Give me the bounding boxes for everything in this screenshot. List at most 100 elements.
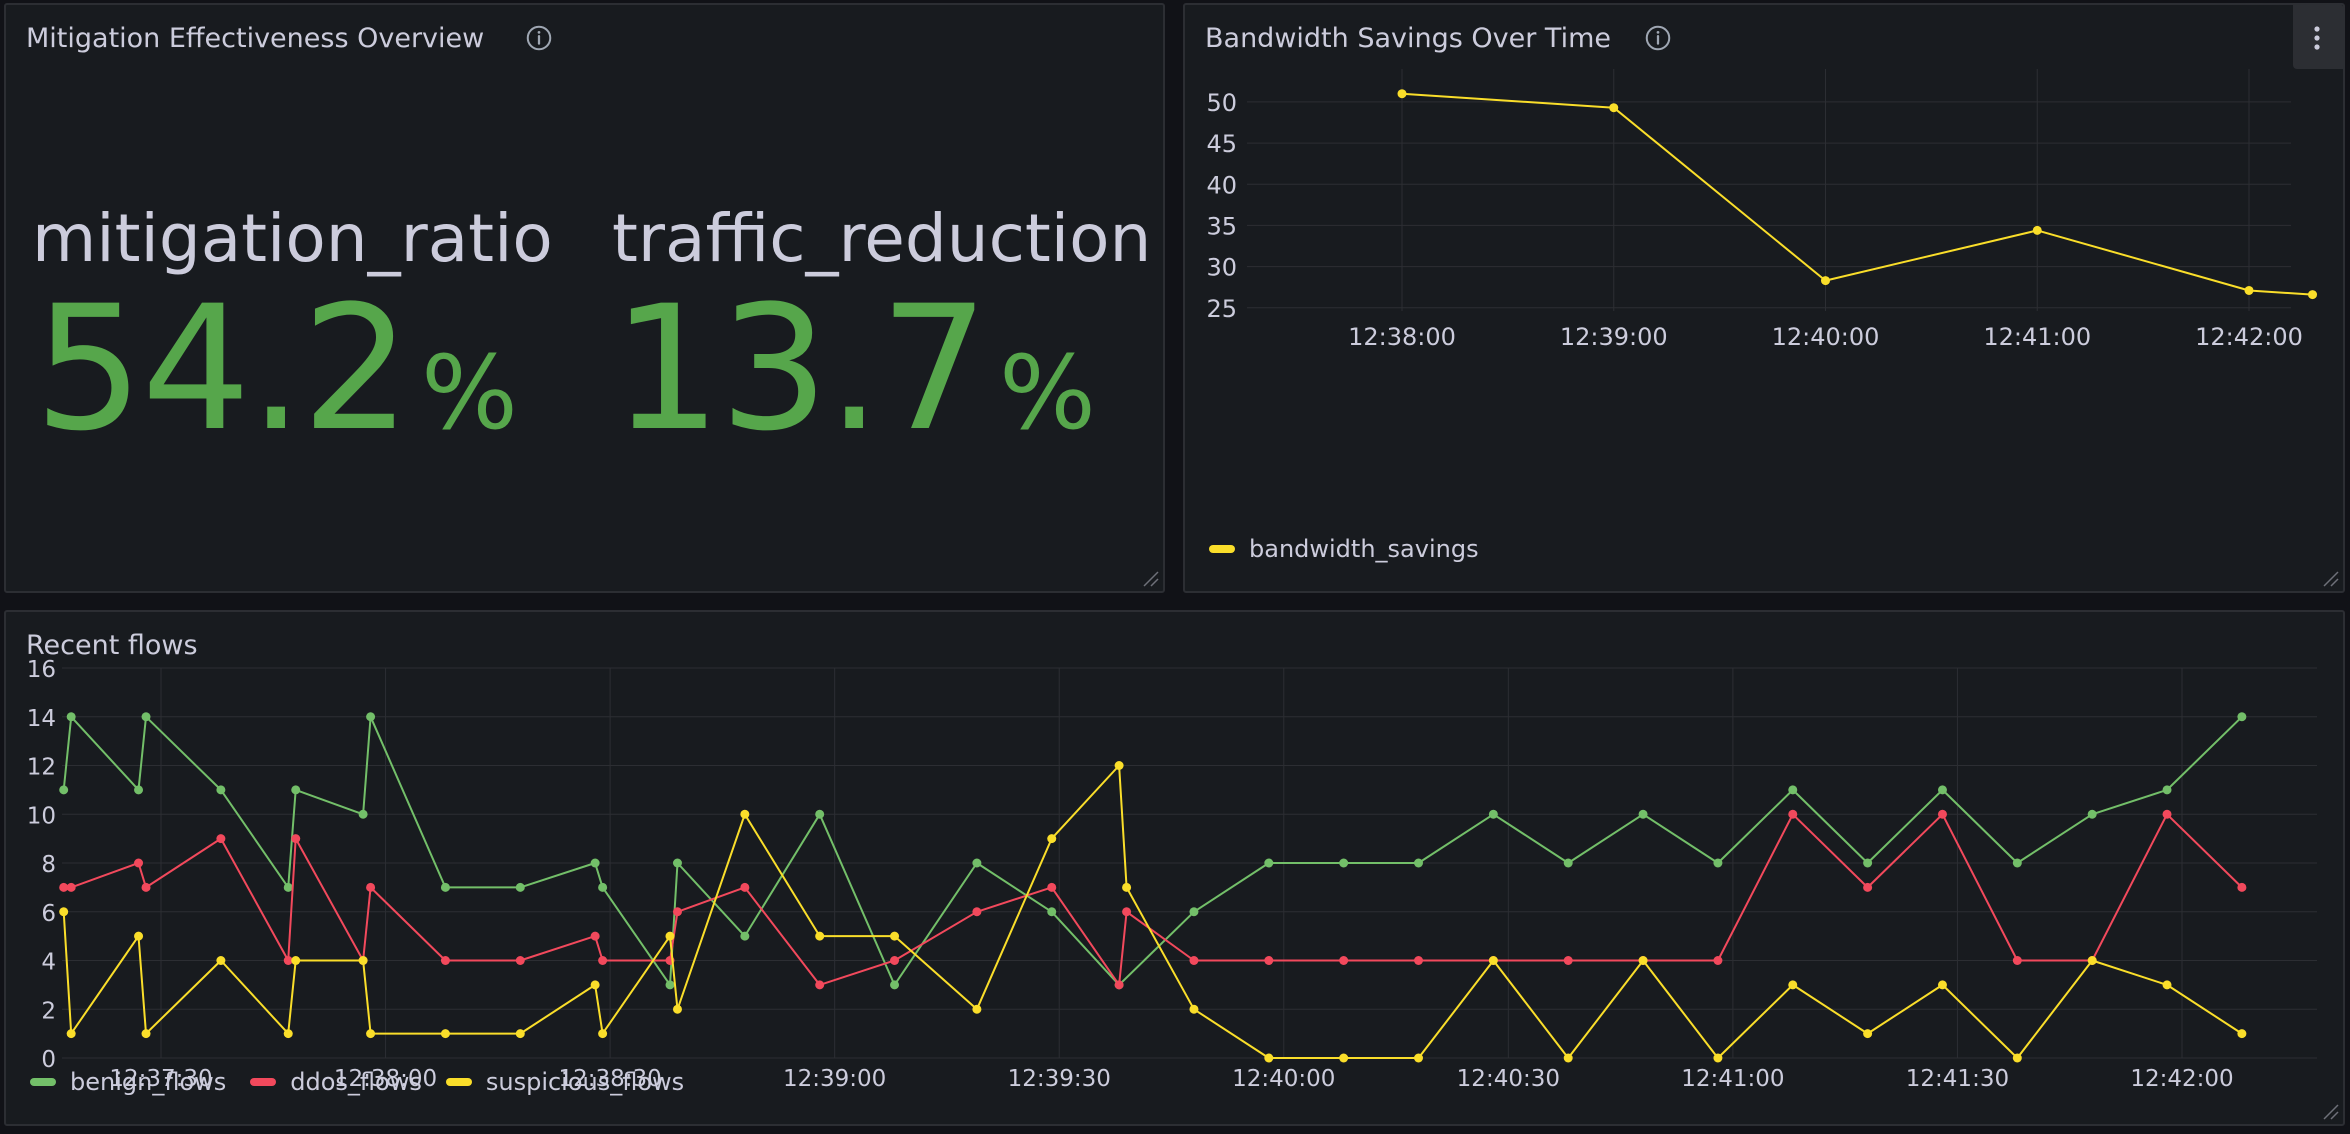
- data-point-suspicious_flows: [2237, 1029, 2247, 1039]
- data-point-ddos_flows: [2162, 809, 2172, 819]
- data-point-ddos_flows: [740, 882, 750, 892]
- data-point-suspicious_flows: [1937, 980, 1947, 990]
- data-point-ddos_flows: [598, 956, 608, 965]
- data-point-ddos_flows: [1563, 956, 1573, 965]
- x-tick-label: 12:40:00: [1232, 1066, 1335, 1092]
- data-point-benign_flows: [2012, 858, 2022, 868]
- legend-item-bandwidth-savings[interactable]: bandwidth_savings: [1209, 535, 1479, 563]
- data-point-benign_flows: [283, 882, 293, 892]
- data-point-suspicious_flows: [740, 809, 750, 819]
- y-tick-label: 14: [27, 706, 56, 732]
- stat-value-mitigation-ratio: 54.2%: [34, 283, 518, 455]
- data-point-suspicious_flows: [1114, 761, 1124, 770]
- y-tick-label: 16: [27, 657, 56, 683]
- y-tick-label: 10: [27, 803, 56, 829]
- data-point-benign_flows: [440, 882, 450, 892]
- data-point-benign_flows: [972, 858, 982, 868]
- data-point-ddos_flows: [1788, 809, 1798, 819]
- data-point-suspicious_flows: [1788, 980, 1798, 990]
- legend-label: bandwidth_savings: [1249, 535, 1479, 563]
- data-point-ddos_flows: [141, 882, 151, 892]
- flows-chart: 024681012141612:37:30 12:38:00 12:38:30 12:…: [27, 657, 2317, 1092]
- x-tick-label: 12:42:00: [2130, 1066, 2233, 1092]
- y-tick-label: 40: [1206, 171, 1237, 199]
- legend-label: benign_flows: [70, 1068, 227, 1096]
- data-point-ddos_flows: [2012, 956, 2022, 965]
- data-point-benign_flows: [366, 712, 376, 722]
- data-point-ddos_flows: [1189, 956, 1199, 965]
- data-point-ddos_flows: [590, 931, 600, 941]
- data-point-ddos_flows: [1937, 809, 1947, 819]
- data-point-ddos_flows: [1122, 907, 1132, 917]
- data-point-benign_flows: [1788, 785, 1798, 795]
- y-tick-label: 4: [41, 950, 56, 976]
- data-point-suspicious_flows: [972, 1004, 982, 1014]
- data-point-ddos_flows: [1047, 882, 1057, 892]
- y-tick-label: 8: [41, 852, 56, 878]
- data-point-bandwidth_savings: [1821, 276, 1830, 286]
- stat-name-traffic-reduction: traffic_reduction: [612, 200, 1152, 277]
- data-point-benign_flows: [1414, 858, 1424, 868]
- legend-swatch: [445, 1078, 472, 1086]
- data-point-suspicious_flows: [890, 931, 900, 941]
- data-point-suspicious_flows: [358, 956, 368, 965]
- legend-item-ddos-flows[interactable]: ddos_flows: [250, 1068, 422, 1096]
- bandwidth-legend: bandwidth_savings: [1209, 535, 1479, 563]
- resize-handle-icon[interactable]: [2321, 569, 2339, 587]
- data-point-benign_flows: [890, 980, 900, 990]
- panel-title[interactable]: Mitigation Effectiveness Overview: [26, 23, 484, 54]
- data-point-suspicious_flows: [1863, 1029, 1873, 1039]
- data-point-suspicious_flows: [134, 931, 144, 941]
- data-point-suspicious_flows: [216, 956, 226, 965]
- data-point-suspicious_flows: [1414, 1053, 1424, 1063]
- data-point-benign_flows: [1339, 858, 1349, 868]
- legend-item-benign-flows[interactable]: benign_flows: [30, 1068, 226, 1096]
- data-point-benign_flows: [590, 858, 600, 868]
- y-tick-label: 12: [27, 755, 56, 781]
- series-line-ddos_flows: [63, 813, 2243, 986]
- data-point-ddos_flows: [216, 834, 226, 844]
- resize-handle-icon[interactable]: [1141, 569, 1159, 587]
- data-point-ddos_flows: [66, 882, 76, 892]
- y-tick-label: 35: [1206, 212, 1237, 240]
- data-point-ddos_flows: [972, 907, 982, 917]
- x-tick-label: 12:38:00: [1348, 323, 1456, 351]
- data-point-suspicious_flows: [815, 931, 825, 941]
- info-icon[interactable]: [524, 23, 554, 53]
- data-point-suspicious_flows: [590, 980, 600, 990]
- x-tick-label: 12:40:30: [1457, 1066, 1560, 1092]
- x-tick-label: 12:39:30: [1008, 1066, 1111, 1092]
- stat-number: 54.2: [34, 268, 411, 469]
- data-point-suspicious_flows: [1563, 1053, 1573, 1063]
- legend-item-suspicious-flows[interactable]: suspicious_flows: [445, 1068, 684, 1096]
- data-point-benign_flows: [358, 809, 368, 819]
- x-tick-label: 12:42:00: [2195, 323, 2303, 351]
- resize-handle-icon[interactable]: [2321, 1102, 2339, 1120]
- data-point-benign_flows: [672, 858, 682, 868]
- y-tick-label: 45: [1206, 130, 1237, 158]
- data-point-suspicious_flows: [1189, 1004, 1199, 1014]
- data-point-ddos_flows: [291, 834, 301, 844]
- legend-swatch: [30, 1078, 56, 1086]
- data-point-bandwidth_savings: [2244, 285, 2254, 295]
- stat-number: 13.7: [612, 268, 989, 469]
- data-point-benign_flows: [815, 809, 825, 819]
- data-point-suspicious_flows: [440, 1029, 450, 1039]
- data-point-suspicious_flows: [1047, 834, 1057, 844]
- y-tick-label: 2: [41, 998, 56, 1024]
- legend-label: ddos_flows: [290, 1068, 422, 1096]
- data-point-benign_flows: [291, 785, 301, 795]
- data-point-benign_flows: [1638, 809, 1648, 819]
- data-point-ddos_flows: [672, 907, 682, 917]
- data-point-suspicious_flows: [515, 1029, 525, 1039]
- data-point-suspicious_flows: [672, 1004, 682, 1014]
- data-point-benign_flows: [59, 785, 69, 795]
- data-point-benign_flows: [66, 712, 76, 722]
- data-point-suspicious_flows: [1264, 1053, 1274, 1063]
- data-point-benign_flows: [1264, 858, 1274, 868]
- flows-legend: benign_flows ddos_flows suspicious_flows: [30, 1068, 684, 1096]
- data-point-ddos_flows: [440, 956, 450, 965]
- data-point-suspicious_flows: [2012, 1053, 2022, 1063]
- y-tick-label: 25: [1206, 295, 1237, 323]
- x-tick-label: 12:39:00: [783, 1066, 886, 1092]
